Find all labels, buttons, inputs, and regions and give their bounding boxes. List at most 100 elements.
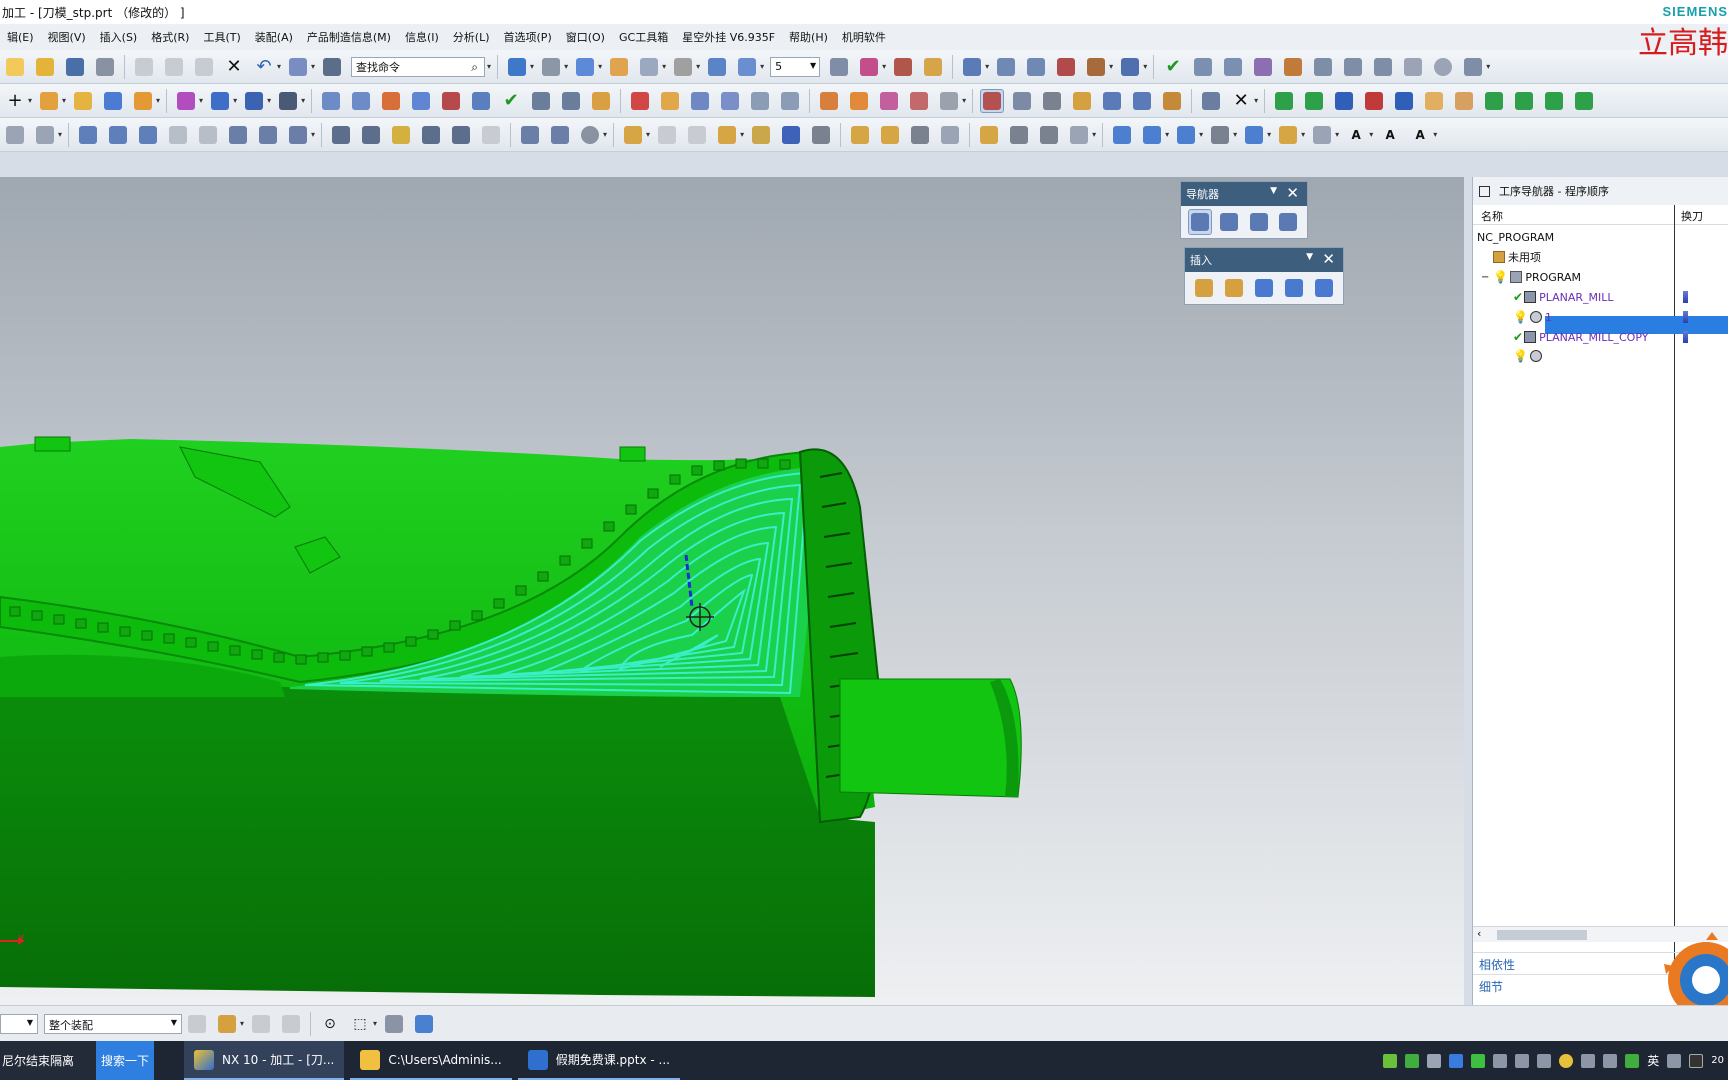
clock-text[interactable]: 20 [1711,1055,1724,1066]
shop-doc-icon[interactable] [1221,55,1245,79]
work-layer-icon[interactable] [735,55,759,79]
menu-info[interactable]: 信息(I) [398,29,446,45]
type-filter-select[interactable]: ▼ [0,1013,38,1034]
command-search-input[interactable]: 查找命令 ⌕ [351,56,486,77]
attach-icon[interactable] [1007,123,1031,147]
trim-icon[interactable] [226,123,250,147]
feature-icon[interactable] [748,89,772,113]
search-part-icon[interactable] [937,89,961,113]
reference-icon[interactable] [878,123,902,147]
col-name-header[interactable]: 名称 [1481,208,1503,224]
clipboard-icon[interactable] [1310,123,1334,147]
replace-icon[interactable] [908,123,932,147]
notification-text[interactable]: 尼尔结束隔离 [0,1041,96,1080]
point-icon[interactable] [891,55,915,79]
task-explorer[interactable]: C:\Users\Adminis... [350,1041,512,1080]
open-folder-icon[interactable] [33,55,57,79]
op-copy-icon[interactable] [379,89,403,113]
task-pptx[interactable]: 假期免费课.pptx - ... [517,1041,680,1080]
plugin-3-icon[interactable] [1332,89,1356,113]
menu-view[interactable]: 视图(V) [41,29,93,45]
plugin-6-icon[interactable] [1482,89,1506,113]
render-style-icon[interactable] [573,55,597,79]
menu-analysis[interactable]: 分析(L) [446,29,497,45]
move-icon[interactable] [518,123,542,147]
menu-gc-toolbox[interactable]: GC工具箱 [612,29,675,45]
sim-icon[interactable] [1199,89,1223,113]
network-icon[interactable] [1493,1053,1508,1068]
wave-icon[interactable] [848,123,872,147]
create-program-icon[interactable] [37,89,61,113]
measure-icon[interactable] [1084,55,1108,79]
grid-table-icon[interactable] [1251,55,1275,79]
ruler-icon[interactable] [1118,55,1142,79]
explode-icon[interactable] [749,123,773,147]
user-icon[interactable] [1515,1053,1530,1068]
menu-window[interactable]: 窗口(O) [559,29,612,45]
report-icon[interactable] [1371,55,1395,79]
view-orient-icon[interactable] [607,55,631,79]
create-method-icon[interactable] [1312,275,1336,301]
wire-icon[interactable] [1160,89,1184,113]
text-style-icon[interactable]: A [1408,123,1432,147]
block-icon[interactable] [1067,123,1091,147]
machine-tool-view-icon[interactable] [1218,209,1241,235]
create-method-icon[interactable] [131,89,155,113]
window-icon[interactable] [1311,55,1335,79]
plugin-7-icon[interactable] [1512,89,1536,113]
mcs-icon[interactable] [718,89,742,113]
op-edit-icon[interactable] [319,89,343,113]
layer-settings-icon[interactable] [827,55,851,79]
menu-edit[interactable]: 辑(E) [0,29,41,45]
blank-icon[interactable] [688,89,712,113]
op-delete-icon[interactable] [439,89,463,113]
boss-icon[interactable] [166,123,190,147]
tree-row-0404[interactable]: 💡 0404 [1513,346,1573,366]
offset-icon[interactable] [286,123,310,147]
assembly-icon[interactable] [621,123,645,147]
part-blue-icon[interactable] [817,89,841,113]
section-view-icon[interactable] [637,55,661,79]
fillet-icon[interactable] [419,123,443,147]
turn-icon[interactable] [1130,89,1154,113]
select-hand-icon[interactable] [279,1012,303,1036]
menu-xingkong-plugin[interactable]: 星空外挂 V6.935F [675,29,782,45]
create-geometry-icon[interactable] [1252,275,1276,301]
fit-view-icon[interactable] [505,55,529,79]
snap-point-icon[interactable] [921,55,945,79]
surface-finish-icon[interactable] [1174,123,1198,147]
delete-icon[interactable]: ✕ [222,55,246,79]
shield-icon[interactable] [1449,1053,1464,1068]
object-select-icon[interactable] [382,1012,406,1036]
pocket-icon[interactable] [196,123,220,147]
close-x-icon[interactable]: ✕ [1229,89,1253,113]
link-icon[interactable] [977,123,1001,147]
op-rename-icon[interactable] [469,89,493,113]
plugin-p-icon[interactable] [1452,89,1476,113]
plugin-2-icon[interactable] [1302,89,1326,113]
select-points-icon[interactable] [994,55,1018,79]
select-edges-icon[interactable] [1024,55,1048,79]
workpiece-icon[interactable] [658,89,682,113]
chevron-down-icon[interactable]: ▼ [1306,252,1313,262]
plugin-5-icon[interactable] [1392,89,1416,113]
menu-preferences[interactable]: 首选项(P) [497,29,559,45]
postprocess-icon[interactable] [276,89,300,113]
revolve-icon[interactable] [106,123,130,147]
collapse-icon[interactable]: − [1481,272,1489,283]
sketch-icon[interactable] [3,123,27,147]
note-icon[interactable] [1208,123,1232,147]
new-file-icon[interactable] [3,55,27,79]
tree-icon[interactable] [1037,123,1061,147]
menu-format[interactable]: 格式(R) [144,29,196,45]
command-finder-icon[interactable] [320,55,344,79]
tree-row-planar-mill[interactable]: ✔ PLANAR_MILL [1513,287,1614,307]
clock-icon[interactable] [1431,55,1455,79]
graphics-viewport[interactable]: X 导航器 ▼ ✕ 插入 ▼ ✕ [0,177,1464,1005]
create-tool-icon[interactable] [1222,275,1246,301]
tree-row-nc-program[interactable]: NC_PROGRAM [1477,227,1554,247]
select-faces-icon[interactable] [1054,55,1078,79]
close-icon[interactable]: ✕ [1322,250,1335,268]
cut-icon[interactable] [132,55,156,79]
part-mixed-icon[interactable] [907,89,931,113]
